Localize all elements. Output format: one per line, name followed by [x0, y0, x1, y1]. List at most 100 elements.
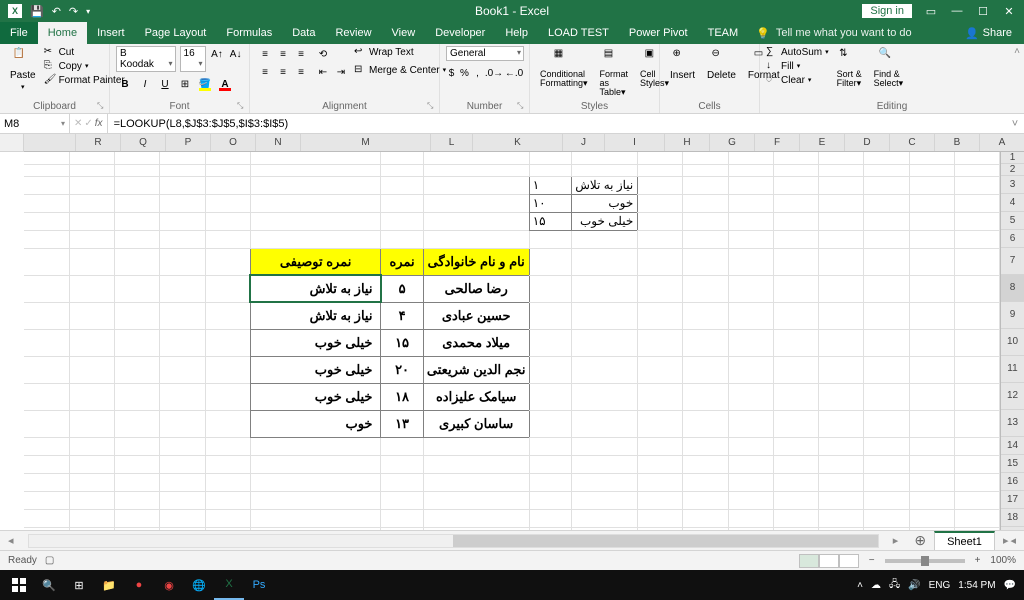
cell[interactable]	[773, 176, 818, 194]
column-header[interactable]: C	[889, 134, 934, 151]
scroll-right-icon[interactable]: ▸	[893, 534, 899, 547]
cell[interactable]	[69, 302, 114, 329]
cell[interactable]	[205, 455, 250, 473]
row-header[interactable]: 15	[1001, 455, 1024, 473]
cell[interactable]	[773, 509, 818, 527]
cell[interactable]	[160, 410, 205, 437]
cell[interactable]	[423, 455, 529, 473]
minimize-icon[interactable]: —	[950, 4, 964, 18]
cell[interactable]	[638, 275, 683, 302]
cell[interactable]	[381, 230, 423, 248]
cell[interactable]	[160, 152, 205, 164]
cell[interactable]	[423, 152, 529, 164]
cell[interactable]	[205, 176, 250, 194]
tab-help[interactable]: Help	[495, 22, 538, 44]
cell[interactable]	[205, 383, 250, 410]
cell[interactable]	[683, 473, 728, 491]
cell[interactable]	[115, 302, 160, 329]
cell[interactable]	[115, 491, 160, 509]
cell[interactable]	[115, 152, 160, 164]
cell[interactable]	[381, 194, 423, 212]
fx-icon[interactable]: fx	[95, 118, 103, 129]
cell[interactable]	[205, 410, 250, 437]
cell[interactable]	[381, 491, 423, 509]
cancel-formula-icon[interactable]: ✕	[74, 118, 82, 129]
cell[interactable]	[638, 527, 683, 530]
cell[interactable]	[115, 329, 160, 356]
cell[interactable]	[683, 176, 728, 194]
ribbon-options-icon[interactable]: ▭	[924, 4, 938, 18]
cell[interactable]	[954, 275, 999, 302]
start-button[interactable]	[4, 570, 34, 600]
cell[interactable]	[683, 491, 728, 509]
cell[interactable]	[728, 473, 773, 491]
cell[interactable]	[819, 248, 864, 275]
shrink-font-icon[interactable]: A↓	[228, 46, 243, 62]
cell[interactable]	[909, 275, 954, 302]
cell[interactable]	[529, 302, 571, 329]
cell[interactable]	[571, 455, 637, 473]
cell[interactable]	[24, 383, 69, 410]
taskbar-app-3[interactable]: ◉	[154, 570, 184, 600]
cell[interactable]	[864, 455, 909, 473]
cell[interactable]	[205, 230, 250, 248]
increase-decimal-icon[interactable]: .0→	[485, 65, 503, 81]
cell[interactable]	[24, 455, 69, 473]
task-view-icon[interactable]: ⊞	[64, 570, 94, 600]
tray-notifications-icon[interactable]: 💬	[1004, 580, 1016, 591]
cell[interactable]	[529, 164, 571, 176]
fill-color-icon[interactable]: 🪣	[196, 76, 214, 92]
cell[interactable]	[728, 212, 773, 230]
cell[interactable]	[683, 194, 728, 212]
cell[interactable]	[909, 383, 954, 410]
cell[interactable]	[864, 356, 909, 383]
cell[interactable]	[864, 230, 909, 248]
cell[interactable]	[571, 527, 637, 530]
cell[interactable]	[423, 473, 529, 491]
cell[interactable]	[571, 248, 637, 275]
cell[interactable]	[954, 509, 999, 527]
row-header[interactable]: 4	[1001, 194, 1024, 212]
cell[interactable]	[909, 437, 954, 455]
cell[interactable]	[638, 509, 683, 527]
cell[interactable]	[69, 212, 114, 230]
row-header[interactable]: 2	[1001, 164, 1024, 176]
cell[interactable]	[205, 356, 250, 383]
cell[interactable]	[909, 212, 954, 230]
cell[interactable]	[954, 455, 999, 473]
font-launcher-icon[interactable]: ⤡	[237, 101, 247, 111]
cell[interactable]	[819, 329, 864, 356]
cell[interactable]	[728, 509, 773, 527]
cell[interactable]	[115, 176, 160, 194]
cell[interactable]	[115, 164, 160, 176]
cell[interactable]	[69, 230, 114, 248]
column-header[interactable]: K	[472, 134, 562, 151]
cell[interactable]: ۱۵	[529, 212, 571, 230]
cell[interactable]	[115, 356, 160, 383]
cell[interactable]	[909, 473, 954, 491]
clear-button[interactable]: ◌Clear▾	[766, 74, 829, 86]
cell[interactable]	[115, 509, 160, 527]
cell[interactable]: خوب	[571, 194, 637, 212]
cell[interactable]	[954, 491, 999, 509]
cell[interactable]	[638, 194, 683, 212]
cell[interactable]	[728, 410, 773, 437]
page-layout-view-button[interactable]	[819, 554, 839, 568]
cell[interactable]	[160, 176, 205, 194]
alignment-launcher-icon[interactable]: ⤡	[427, 101, 437, 111]
cell[interactable]	[571, 329, 637, 356]
cell[interactable]	[529, 248, 571, 275]
cell[interactable]	[205, 164, 250, 176]
cell[interactable]	[250, 152, 381, 164]
column-header[interactable]: A	[979, 134, 1024, 151]
row-header[interactable]: 3	[1001, 176, 1024, 194]
formula-input[interactable]: =LOOKUP(L8,$J$3:$J$5,$I$3:$I$5)	[108, 114, 1006, 133]
cell[interactable]	[638, 164, 683, 176]
cell[interactable]	[819, 275, 864, 302]
cell[interactable]: خوب	[250, 410, 381, 437]
cell[interactable]	[571, 230, 637, 248]
cell[interactable]	[683, 527, 728, 530]
macro-record-icon[interactable]: ▢	[45, 555, 54, 566]
column-headers[interactable]: ABCDEFGHIJKLMNOPQR	[24, 134, 1024, 152]
zoom-level[interactable]: 100%	[990, 555, 1016, 566]
